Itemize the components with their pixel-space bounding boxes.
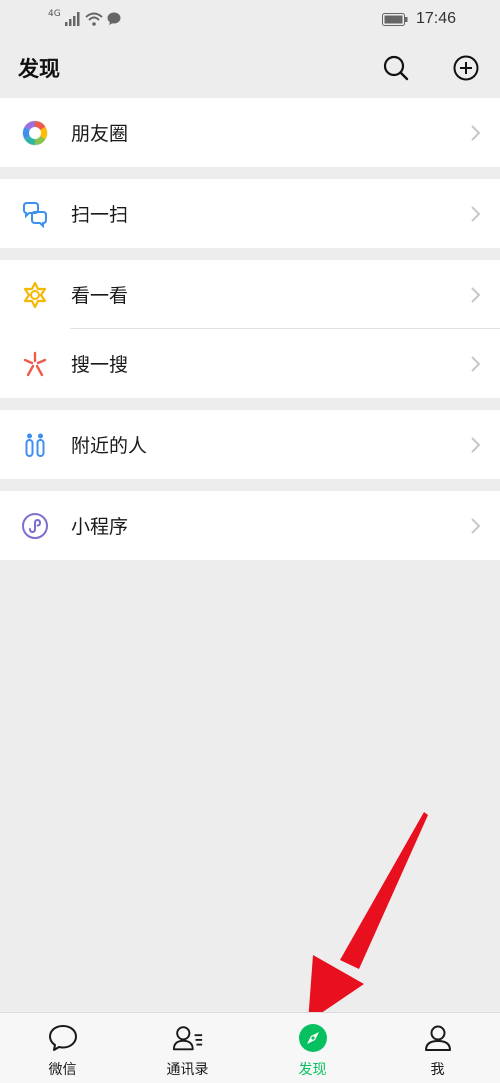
mini-program-icon (20, 511, 50, 541)
chevron-right-icon (471, 124, 481, 141)
menu-item-label: 附近的人 (71, 435, 148, 457)
menu-item-search[interactable]: 搜一搜 (0, 329, 500, 398)
search-button[interactable] (382, 54, 410, 82)
search-icon (383, 55, 409, 81)
menu-item-top-stories[interactable]: 看一看 (0, 260, 500, 329)
tab-label: 发现 (298, 1062, 327, 1078)
menu-item-label: 小程序 (71, 516, 129, 538)
scan-icon (20, 199, 50, 229)
menu-item-mini-programs[interactable]: 小程序 (0, 491, 500, 560)
menu-group-stories: 看一看 搜一搜 (0, 260, 500, 398)
chevron-right-icon (471, 205, 481, 222)
chevron-right-icon (471, 517, 481, 534)
menu-item-moments[interactable]: 朋友圈 (0, 98, 500, 167)
top-stories-icon (20, 280, 50, 310)
people-nearby-icon (20, 430, 50, 460)
plus-circle-icon (453, 55, 479, 81)
clock: 17:46 (415, 10, 456, 27)
menu-item-label: 看一看 (71, 285, 129, 307)
menu-item-label: 搜一搜 (71, 354, 129, 376)
menu-group-moments: 朋友圈 (0, 98, 500, 167)
menu-item-label: 扫一扫 (71, 204, 129, 226)
menu-item-people-nearby[interactable]: 附近的人 (0, 410, 500, 479)
status-right: 17:46 (381, 10, 456, 28)
tab-label: 微信 (48, 1062, 77, 1078)
status-left: 4G (48, 9, 121, 26)
status-bar: 4G 17:46 (0, 0, 500, 38)
tab-label: 我 (430, 1062, 445, 1078)
person-icon (422, 1022, 454, 1054)
tab-me[interactable]: 我 (375, 1013, 500, 1083)
header-actions (382, 54, 480, 82)
menu-item-scan[interactable]: 扫一扫 (0, 179, 500, 248)
menu-item-label: 朋友圈 (71, 123, 129, 145)
menu-group-scan: 扫一扫 (0, 179, 500, 248)
menu-group-mini-programs: 小程序 (0, 491, 500, 560)
tab-chats[interactable]: 微信 (0, 1013, 125, 1083)
network-type: 4G (48, 9, 61, 19)
header: 发现 (0, 38, 500, 98)
chat-bubble-icon (47, 1022, 79, 1054)
moments-icon (20, 118, 50, 148)
signal-icon (64, 12, 80, 26)
contacts-icon (172, 1022, 204, 1054)
tab-discover[interactable]: 发现 (250, 1013, 375, 1083)
wifi-icon (85, 12, 103, 26)
tab-contacts[interactable]: 通讯录 (125, 1013, 250, 1083)
search-sparkle-icon (20, 349, 50, 379)
chevron-right-icon (471, 286, 481, 303)
tab-label: 通讯录 (166, 1062, 209, 1078)
battery-icon (381, 12, 408, 26)
add-button[interactable] (452, 54, 480, 82)
compass-icon (297, 1022, 329, 1054)
chevron-right-icon (471, 355, 481, 372)
message-icon (107, 12, 121, 25)
chevron-right-icon (471, 436, 481, 453)
page-title: 发现 (18, 57, 60, 81)
tab-bar: 微信 通讯录 发现 我 (0, 1012, 500, 1083)
menu-group-nearby: 附近的人 (0, 410, 500, 479)
